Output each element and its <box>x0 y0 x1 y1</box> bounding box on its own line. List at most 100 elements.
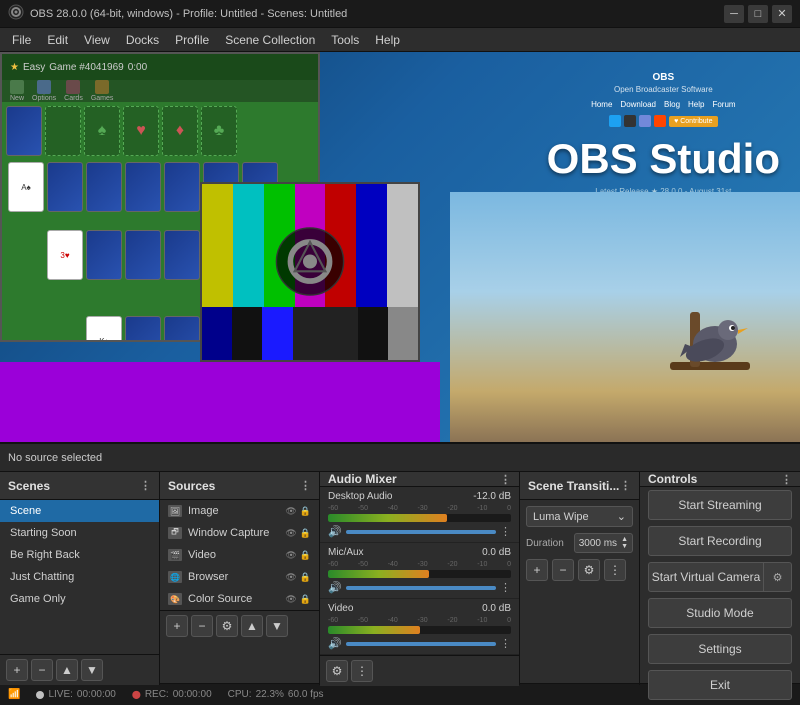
source-lock-icon[interactable]: 🔒 <box>300 528 311 539</box>
mute-icon[interactable]: 🔊 <box>328 637 342 650</box>
discord-icon <box>639 115 651 127</box>
remove-scene-button[interactable]: − <box>31 659 53 681</box>
audio-ch-menu[interactable]: ⋮ <box>500 637 511 650</box>
card[interactable] <box>86 162 122 212</box>
foundation-3[interactable]: ♦ <box>162 106 198 156</box>
network-status: 📶 <box>8 689 20 700</box>
audio-ch-menu[interactable]: ⋮ <box>500 581 511 594</box>
source-lock-icon[interactable]: 🔒 <box>300 594 311 605</box>
menu-item-profile[interactable]: Profile <box>167 31 217 49</box>
menu-item-file[interactable]: File <box>4 31 39 49</box>
source-visible-icon[interactable]: 👁 <box>285 572 296 583</box>
transition-settings-button[interactable]: ⚙ <box>578 559 600 581</box>
live-label: LIVE: <box>48 689 72 700</box>
foundation-1[interactable]: ♠ <box>84 106 120 156</box>
scene-item[interactable]: Starting Soon <box>0 522 159 544</box>
move-scene-down-button[interactable]: ▼ <box>81 659 103 681</box>
minimize-button[interactable]: ─ <box>724 5 744 23</box>
audio-panel-icon[interactable]: ⋮ <box>500 473 511 486</box>
source-settings-button[interactable]: ⚙ <box>216 615 238 637</box>
source-visible-icon[interactable]: 👁 <box>285 528 296 539</box>
card[interactable] <box>125 316 161 342</box>
scene-item[interactable]: Scene <box>0 500 159 522</box>
source-lock-icon[interactable]: 🔒 <box>300 506 311 517</box>
source-lock-icon[interactable]: 🔒 <box>300 572 311 583</box>
waste-pile[interactable] <box>45 106 81 156</box>
scene-item[interactable]: Be Right Back <box>0 544 159 566</box>
toolbar-new[interactable]: New <box>10 80 24 102</box>
foundation-2[interactable]: ♥ <box>123 106 159 156</box>
audio-menu-button[interactable]: ⋮ <box>351 660 373 682</box>
move-scene-up-button[interactable]: ▲ <box>56 659 78 681</box>
start-streaming-button[interactable]: Start Streaming <box>648 490 792 520</box>
color-source-icon: 🎨 <box>168 593 182 605</box>
card[interactable] <box>164 230 200 280</box>
move-source-down-button[interactable]: ▼ <box>266 615 288 637</box>
move-source-up-button[interactable]: ▲ <box>241 615 263 637</box>
source-item[interactable]: 🎨Color Source👁🔒 <box>160 588 319 610</box>
card[interactable] <box>86 230 122 280</box>
source-visible-icon[interactable]: 👁 <box>285 594 296 605</box>
menu-item-docks[interactable]: Docks <box>118 31 167 49</box>
menu-item-view[interactable]: View <box>76 31 118 49</box>
mute-icon[interactable]: 🔊 <box>328 581 342 594</box>
toolbar-cards[interactable]: Cards <box>64 80 83 102</box>
scenes-panel-icon[interactable]: ⋮ <box>140 479 151 492</box>
volume-slider[interactable] <box>346 530 496 534</box>
card[interactable] <box>164 316 200 342</box>
card[interactable] <box>164 162 200 212</box>
exit-button[interactable]: Exit <box>648 670 792 700</box>
maximize-button[interactable]: □ <box>748 5 768 23</box>
source-lock-icon[interactable]: 🔒 <box>300 550 311 561</box>
card[interactable]: 3♥ <box>47 230 83 280</box>
transitions-panel-icon[interactable]: ⋮ <box>620 479 631 492</box>
source-visible-icon[interactable]: 👁 <box>285 506 296 517</box>
sources-panel-icon[interactable]: ⋮ <box>300 479 311 492</box>
add-transition-button[interactable]: + <box>526 559 548 581</box>
card[interactable] <box>125 162 161 212</box>
card[interactable]: A♠ <box>8 162 44 212</box>
mute-icon[interactable]: 🔊 <box>328 525 342 538</box>
stock-pile[interactable] <box>6 106 42 156</box>
virtual-camera-settings-button[interactable]: ⚙ <box>764 562 792 592</box>
cpu-label: CPU: <box>228 689 252 700</box>
menu-item-tools[interactable]: Tools <box>323 31 367 49</box>
source-item[interactable]: 🗗Window Capture👁🔒 <box>160 522 319 544</box>
source-visible-icon[interactable]: 👁 <box>285 550 296 561</box>
game-label: Game #4041969 <box>49 62 124 73</box>
controls-panel-icon[interactable]: ⋮ <box>781 473 792 486</box>
toolbar-games[interactable]: Games <box>91 80 114 102</box>
transition-select[interactable]: Luma Wipe ⌄ <box>526 506 633 527</box>
toolbar-options[interactable]: Options <box>32 80 56 102</box>
audio-settings-button[interactable]: ⚙ <box>326 660 348 682</box>
close-button[interactable]: ✕ <box>772 5 792 23</box>
source-item[interactable]: 🖼Image👁🔒 <box>160 500 319 522</box>
card[interactable]: K♠ <box>86 316 122 342</box>
studio-mode-button[interactable]: Studio Mode <box>648 598 792 628</box>
transition-menu-button[interactable]: ⋮ <box>604 559 626 581</box>
remove-transition-button[interactable]: − <box>552 559 574 581</box>
virtual-camera-row: Start Virtual Camera ⚙ <box>648 562 792 592</box>
add-source-button[interactable]: + <box>166 615 188 637</box>
menu-item-scene collection[interactable]: Scene Collection <box>217 31 323 49</box>
card[interactable] <box>125 230 161 280</box>
source-item[interactable]: 🎬Video👁🔒 <box>160 544 319 566</box>
foundation-4[interactable]: ♣ <box>201 106 237 156</box>
duration-input[interactable]: 3000 ms ▲▼ <box>574 533 633 553</box>
start-recording-button[interactable]: Start Recording <box>648 526 792 556</box>
remove-source-button[interactable]: − <box>191 615 213 637</box>
volume-slider[interactable] <box>346 642 496 646</box>
volume-slider[interactable] <box>346 586 496 590</box>
menu-item-edit[interactable]: Edit <box>39 31 76 49</box>
card[interactable] <box>47 162 83 212</box>
add-scene-button[interactable]: + <box>6 659 28 681</box>
audio-ch-menu[interactable]: ⋮ <box>500 525 511 538</box>
start-virtual-camera-button[interactable]: Start Virtual Camera <box>648 562 764 592</box>
scene-item[interactable]: Game Only <box>0 588 159 610</box>
scene-item[interactable]: Just Chatting <box>0 566 159 588</box>
menu-item-help[interactable]: Help <box>367 31 408 49</box>
source-item[interactable]: 🌐Browser👁🔒 <box>160 566 319 588</box>
settings-button[interactable]: Settings <box>648 634 792 664</box>
contribute-button[interactable]: ♥ Contribute <box>669 116 717 127</box>
audio-channel-0: Desktop Audio -12.0 dB -60-50-40-30-20-1… <box>320 487 519 543</box>
